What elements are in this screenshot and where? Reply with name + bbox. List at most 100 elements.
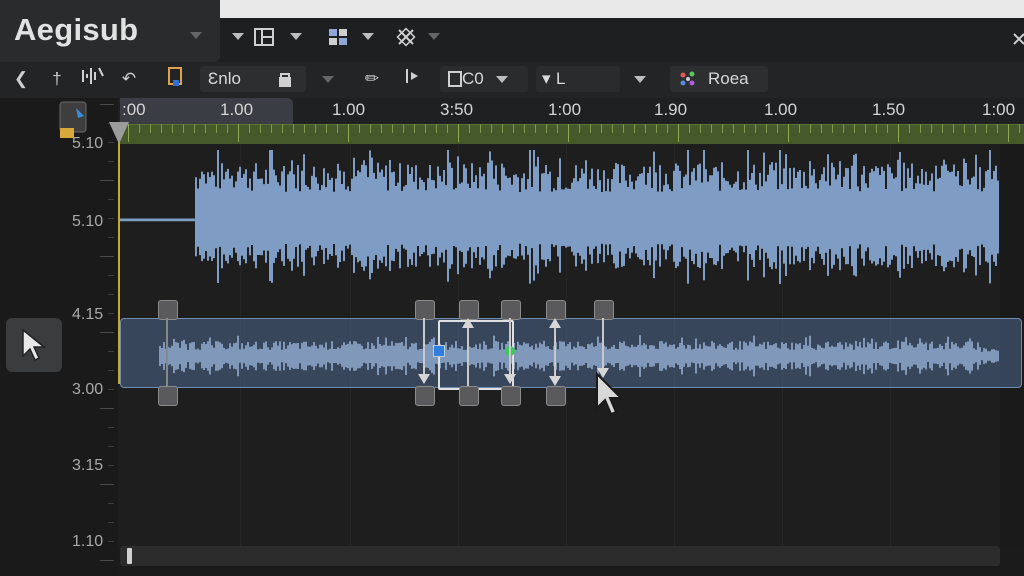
marker-handle-bottom[interactable] [415, 386, 435, 406]
marker-handle-top[interactable] [594, 300, 614, 320]
marker-line [423, 318, 425, 380]
back-icon[interactable]: ❮ [10, 66, 32, 92]
keyframe-tick [216, 124, 217, 133]
keyframe-tick [513, 124, 514, 133]
keyframe-tick [194, 124, 195, 133]
keyframe-tick [172, 124, 173, 133]
vruler-tick [100, 180, 114, 181]
marker-line [467, 326, 469, 386]
playhead-handle-icon[interactable] [109, 122, 129, 144]
marker-handle-bottom[interactable] [459, 386, 479, 406]
dropdown-arrow-icon[interactable] [290, 33, 302, 40]
app-logo-icon [58, 100, 90, 140]
keyframe-tick [293, 124, 294, 133]
vruler-tick [100, 560, 114, 561]
marker-handle-top[interactable] [546, 300, 566, 320]
keyframe-tick [458, 124, 459, 142]
keyframe-tick [755, 124, 756, 133]
start-marker-handle[interactable] [433, 345, 445, 357]
vruler-tick [100, 256, 114, 257]
font-button-label: Roea [708, 66, 749, 92]
keyframe-tick [227, 124, 228, 133]
dropdown-arrow-icon[interactable] [322, 76, 334, 83]
style-field[interactable]: Ɛnlo [200, 66, 306, 92]
keyframe-tick [876, 124, 877, 133]
vruler-tick [108, 351, 114, 352]
layout-icon[interactable] [252, 26, 276, 55]
keyframe-tick [502, 124, 503, 133]
start-marker-icon[interactable] [402, 66, 424, 94]
pencil-icon[interactable]: ✏ [360, 66, 384, 92]
window-control-icon[interactable] [1012, 30, 1024, 53]
keyframe-tick [953, 124, 954, 133]
keyframe-tick [271, 124, 272, 133]
marker-handle-bottom[interactable] [501, 386, 521, 406]
dropdown-arrow-icon[interactable] [232, 33, 244, 40]
vruler-tick [108, 370, 114, 371]
style-field-value: Ɛnlo [208, 66, 241, 92]
keyframe-tick [733, 124, 734, 133]
keyframe-tick [557, 124, 558, 133]
keyframe-tick [524, 124, 525, 133]
playhead-line[interactable] [118, 124, 120, 384]
keyframe-tick [304, 124, 305, 133]
keyframe-tick [700, 124, 701, 133]
marker-handle-top[interactable] [459, 300, 479, 320]
layer-field[interactable]: ▾ L [536, 66, 620, 92]
scrollbar-thumb[interactable] [127, 548, 132, 564]
window-frame-strip [210, 0, 1024, 18]
keyframe-tick [821, 124, 822, 133]
keyframe-tick [447, 124, 448, 133]
tools-icon[interactable] [394, 26, 418, 55]
active-line-box[interactable] [438, 320, 514, 390]
vruler-tick [100, 104, 114, 105]
palette-icon [678, 70, 698, 93]
marker-handle-top[interactable] [501, 300, 521, 320]
timeline-label: :00 [122, 100, 146, 120]
arrow-down-icon [418, 374, 430, 384]
font-button[interactable]: Roea [670, 66, 768, 92]
keyframe-tick [865, 124, 866, 133]
keyframe-tick [601, 124, 602, 133]
app-title: Aegisub [14, 12, 138, 48]
horizontal-scrollbar[interactable] [120, 546, 1000, 566]
arrow-up-icon [549, 318, 561, 328]
vertical-ruler [100, 98, 118, 576]
marker-handle-bottom[interactable] [546, 386, 566, 406]
timeline-label: 1:00 [982, 100, 1015, 120]
keyframe-tick [689, 124, 690, 133]
dropdown-arrow-icon[interactable] [634, 76, 646, 83]
boundary-handle-bottom[interactable] [158, 386, 178, 406]
keyframe-tick [260, 124, 261, 133]
undo-icon[interactable]: ↶ [118, 66, 140, 92]
dropdown-arrow-icon[interactable] [362, 33, 374, 40]
keyframe-tick [777, 124, 778, 133]
keyframe-tick [909, 124, 910, 133]
vruler-tick [100, 332, 114, 333]
keyframe-tick [1008, 124, 1009, 142]
audio-waveform-top [118, 150, 1000, 300]
keyframe-tick [359, 124, 360, 133]
keyframe-tick [722, 124, 723, 133]
keyframe-tick [392, 124, 393, 133]
marker-handle-top[interactable] [415, 300, 435, 320]
boundary-handle-top[interactable] [158, 300, 178, 320]
waveform-path [160, 335, 998, 377]
keyframe-tick [645, 124, 646, 133]
select-tool-button[interactable] [6, 318, 62, 372]
chevron-down-icon[interactable] [186, 24, 206, 39]
dropdown-arrow-icon[interactable] [496, 76, 508, 83]
keyframe-tick [480, 124, 481, 133]
insert-marker-icon[interactable]: † [46, 66, 68, 92]
keyframe-tick [612, 124, 613, 133]
keyframe-tick [238, 124, 239, 142]
timeline-label: 1.00 [332, 100, 365, 120]
keyframe-tick [568, 124, 569, 142]
bookmark-icon[interactable] [164, 66, 186, 96]
dropdown-arrow-icon[interactable] [428, 33, 440, 40]
time-field[interactable]: C0 [440, 66, 528, 92]
grid-icon[interactable] [326, 26, 350, 55]
keyframe-tick [744, 124, 745, 133]
keyframe-bar[interactable] [118, 124, 1024, 145]
waveform-tool-icon[interactable] [80, 66, 106, 94]
